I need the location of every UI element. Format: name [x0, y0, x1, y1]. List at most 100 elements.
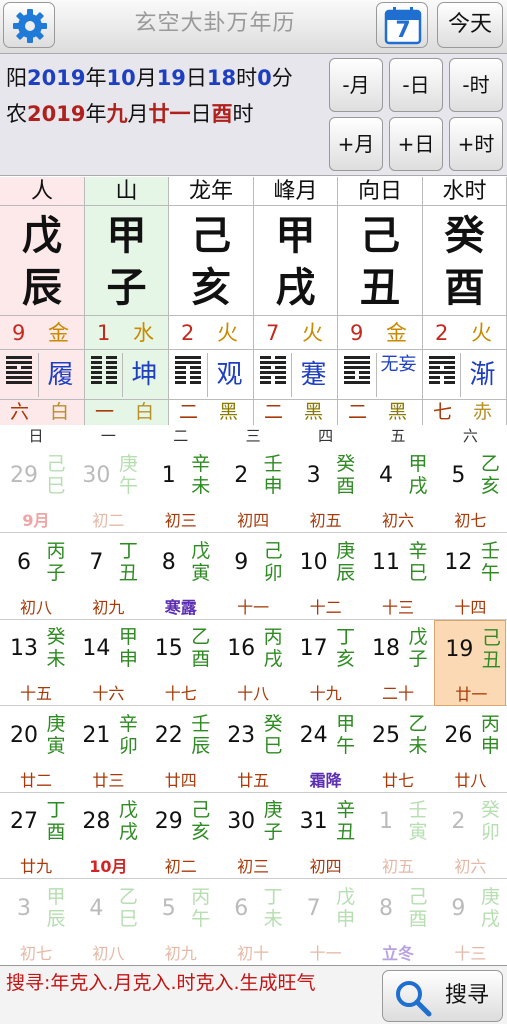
- day-stem: 乙: [118, 885, 138, 908]
- settings-button[interactable]: [3, 2, 55, 48]
- pillar-star-row: 一白: [85, 400, 168, 424]
- lunar-day-label: 初八: [92, 943, 125, 963]
- calendar-day[interactable]: 6 丙子初八: [0, 534, 72, 620]
- calendar-day[interactable]: 13 癸未十五: [0, 620, 72, 706]
- day-branch: 寅: [408, 821, 428, 843]
- minus-day-button[interactable]: -日: [389, 58, 443, 112]
- calendar-button[interactable]: 7: [376, 2, 428, 48]
- calendar-day[interactable]: 9 庚戌十三: [434, 880, 506, 966]
- calendar-day[interactable]: 1 壬寅初五: [362, 793, 434, 879]
- plus-hour-button[interactable]: +时: [449, 117, 503, 171]
- lunar-day-label: 十三: [381, 597, 414, 617]
- pillar-star-color: 白: [135, 401, 155, 423]
- calendar-day[interactable]: 10 庚辰十二: [290, 534, 362, 620]
- pillar-hexagram: 渐: [423, 350, 506, 400]
- day-branch: 卯: [480, 821, 500, 843]
- day-ganzhi: 癸酉: [334, 453, 358, 497]
- lunar-day-label: 初二: [164, 857, 197, 876]
- calendar-day[interactable]: 29 己亥初二: [145, 793, 217, 879]
- calendar-day[interactable]: 17 丁亥十九: [290, 620, 362, 706]
- plus-day-button[interactable]: +日: [389, 117, 443, 171]
- day-ganzhi: 乙酉: [189, 626, 213, 670]
- calendar-day[interactable]: 3 甲辰初七: [0, 880, 72, 966]
- calendar-day[interactable]: 29 己巳 9月: [0, 447, 72, 533]
- day-number: 12: [444, 549, 473, 575]
- calendar-day[interactable]: 21 辛卯廿三: [72, 707, 144, 793]
- day-number: 1: [161, 463, 176, 488]
- calendar-day[interactable]: 28 戊戌 10月: [72, 793, 144, 879]
- plus-month-button[interactable]: +月: [329, 117, 383, 171]
- calendar-icon-day: 7: [395, 18, 411, 43]
- day-number: 4: [89, 895, 104, 921]
- day-number: 19: [445, 637, 474, 662]
- day-stem: 辛: [118, 712, 138, 735]
- day-stem: 癸: [480, 799, 500, 821]
- calendar-day[interactable]: 4 乙巳初八: [72, 880, 144, 966]
- minus-hour-button[interactable]: -时: [449, 58, 503, 112]
- calendar-day[interactable]: 2 癸卯初六: [434, 793, 506, 879]
- calendar-day[interactable]: 1 辛未初三: [145, 447, 217, 533]
- calendar-day[interactable]: 26 丙申廿八: [434, 707, 506, 793]
- search-button[interactable]: 搜寻: [382, 970, 503, 1022]
- calendar-day[interactable]: 25 乙未廿七: [362, 707, 434, 793]
- day-branch: 卯: [118, 734, 138, 757]
- day-branch: 子: [263, 821, 283, 843]
- calendar-day[interactable]: 20 庚寅廿二: [0, 707, 72, 793]
- calendar-day[interactable]: 4 甲戌初六: [362, 447, 434, 533]
- day-ganzhi: 丙戌: [261, 626, 285, 670]
- calendar-day[interactable]: 14 甲申十六: [72, 620, 144, 706]
- pillar-branch: 酉: [444, 265, 485, 311]
- calendar-day[interactable]: 7 丁丑初九: [72, 534, 144, 620]
- solar-minute: 0: [257, 66, 272, 90]
- calendar-day[interactable]: 22 壬辰廿四: [145, 707, 217, 793]
- calendar-day[interactable]: 11 辛巳十三: [362, 534, 434, 620]
- hexagram-symbol: [6, 356, 32, 386]
- day-number: 30: [82, 463, 111, 488]
- calendar-day[interactable]: 8 戊寅寒露: [145, 534, 217, 620]
- calendar-day[interactable]: 23 癸巳廿五: [217, 707, 289, 793]
- calendar-day[interactable]: 2 壬申初四: [217, 447, 289, 533]
- pillar-star-row: 七赤: [423, 400, 506, 424]
- day-number: 15: [154, 636, 183, 661]
- day-number: 4: [379, 463, 393, 488]
- day-ganzhi: 乙未: [406, 713, 430, 757]
- pillar-column[interactable]: 水时癸酉 2 火渐七赤: [423, 177, 507, 425]
- pillar-column[interactable]: 人戊辰9金履六白: [0, 177, 85, 425]
- pillar-column[interactable]: 山甲子1水坤一白: [85, 177, 169, 425]
- calendar-day[interactable]: 30 庚午初二: [72, 447, 144, 533]
- calendar-day[interactable]: 16 丙戌十八: [217, 620, 289, 706]
- day-ganzhi: 甲午: [334, 713, 358, 757]
- weekday-label: 六: [462, 427, 478, 445]
- day-branch: 巳: [263, 734, 283, 757]
- calendar-day[interactable]: 3 癸酉初五: [290, 447, 362, 533]
- calendar-day[interactable]: 24 甲午霜降: [290, 707, 362, 793]
- calendar-day[interactable]: 7 戊申十一: [290, 880, 362, 966]
- calendar-day[interactable]: 8 己酉立冬: [362, 880, 434, 966]
- pillar-column[interactable]: 向日己丑 9 金无妄二黑: [338, 177, 423, 425]
- calendar-day[interactable]: 15 乙酉十七: [145, 620, 217, 706]
- calendar-week-row: 29 己巳 9月 30 庚午初二 1 辛未初三 2 壬申初四 3 癸酉初五 4 甲戌初六 5 乙亥初七: [0, 447, 507, 533]
- pillars-panel: 人戊辰 9 金履六白山甲子 1 水坤一白龙年己亥 2 火观二黑峰月甲戌 7 火蹇二黑向日己丑 9 金…: [0, 177, 507, 425]
- calendar-day[interactable]: 5 丙午初九: [145, 880, 217, 966]
- day-branch: 午: [336, 734, 356, 757]
- day-branch: 未: [191, 475, 211, 497]
- day-stem: 甲: [46, 885, 66, 908]
- calendar-day-selected[interactable]: 19 己丑廿一: [434, 620, 507, 706]
- calendar-day[interactable]: 30 庚子初三: [217, 793, 289, 879]
- minus-month-button[interactable]: -月: [329, 58, 383, 112]
- day-number: 25: [372, 722, 400, 748]
- pillar-stem-branch: 甲子: [85, 206, 168, 316]
- calendar-day[interactable]: 18 戊子二十: [362, 620, 434, 706]
- day-number: 5: [451, 463, 466, 488]
- calendar-day[interactable]: 6 丁未初十: [217, 880, 289, 966]
- pillar-number: 1: [97, 321, 111, 345]
- calendar-day[interactable]: 9 己卯十一: [217, 534, 289, 620]
- calendar-day[interactable]: 12 壬午十四: [434, 534, 506, 620]
- today-button[interactable]: 今天: [437, 2, 503, 48]
- calendar-day[interactable]: 31 辛丑初四: [290, 793, 362, 879]
- calendar-day[interactable]: 27 丁酉廿九: [0, 793, 72, 879]
- pillar-column[interactable]: 峰月甲戌 7 火蹇二黑: [254, 177, 338, 425]
- weekday-label: 四: [318, 427, 334, 445]
- calendar-day[interactable]: 5 乙亥初七: [434, 447, 506, 533]
- pillar-column[interactable]: 龙年己亥 2 火观二黑: [169, 177, 254, 425]
